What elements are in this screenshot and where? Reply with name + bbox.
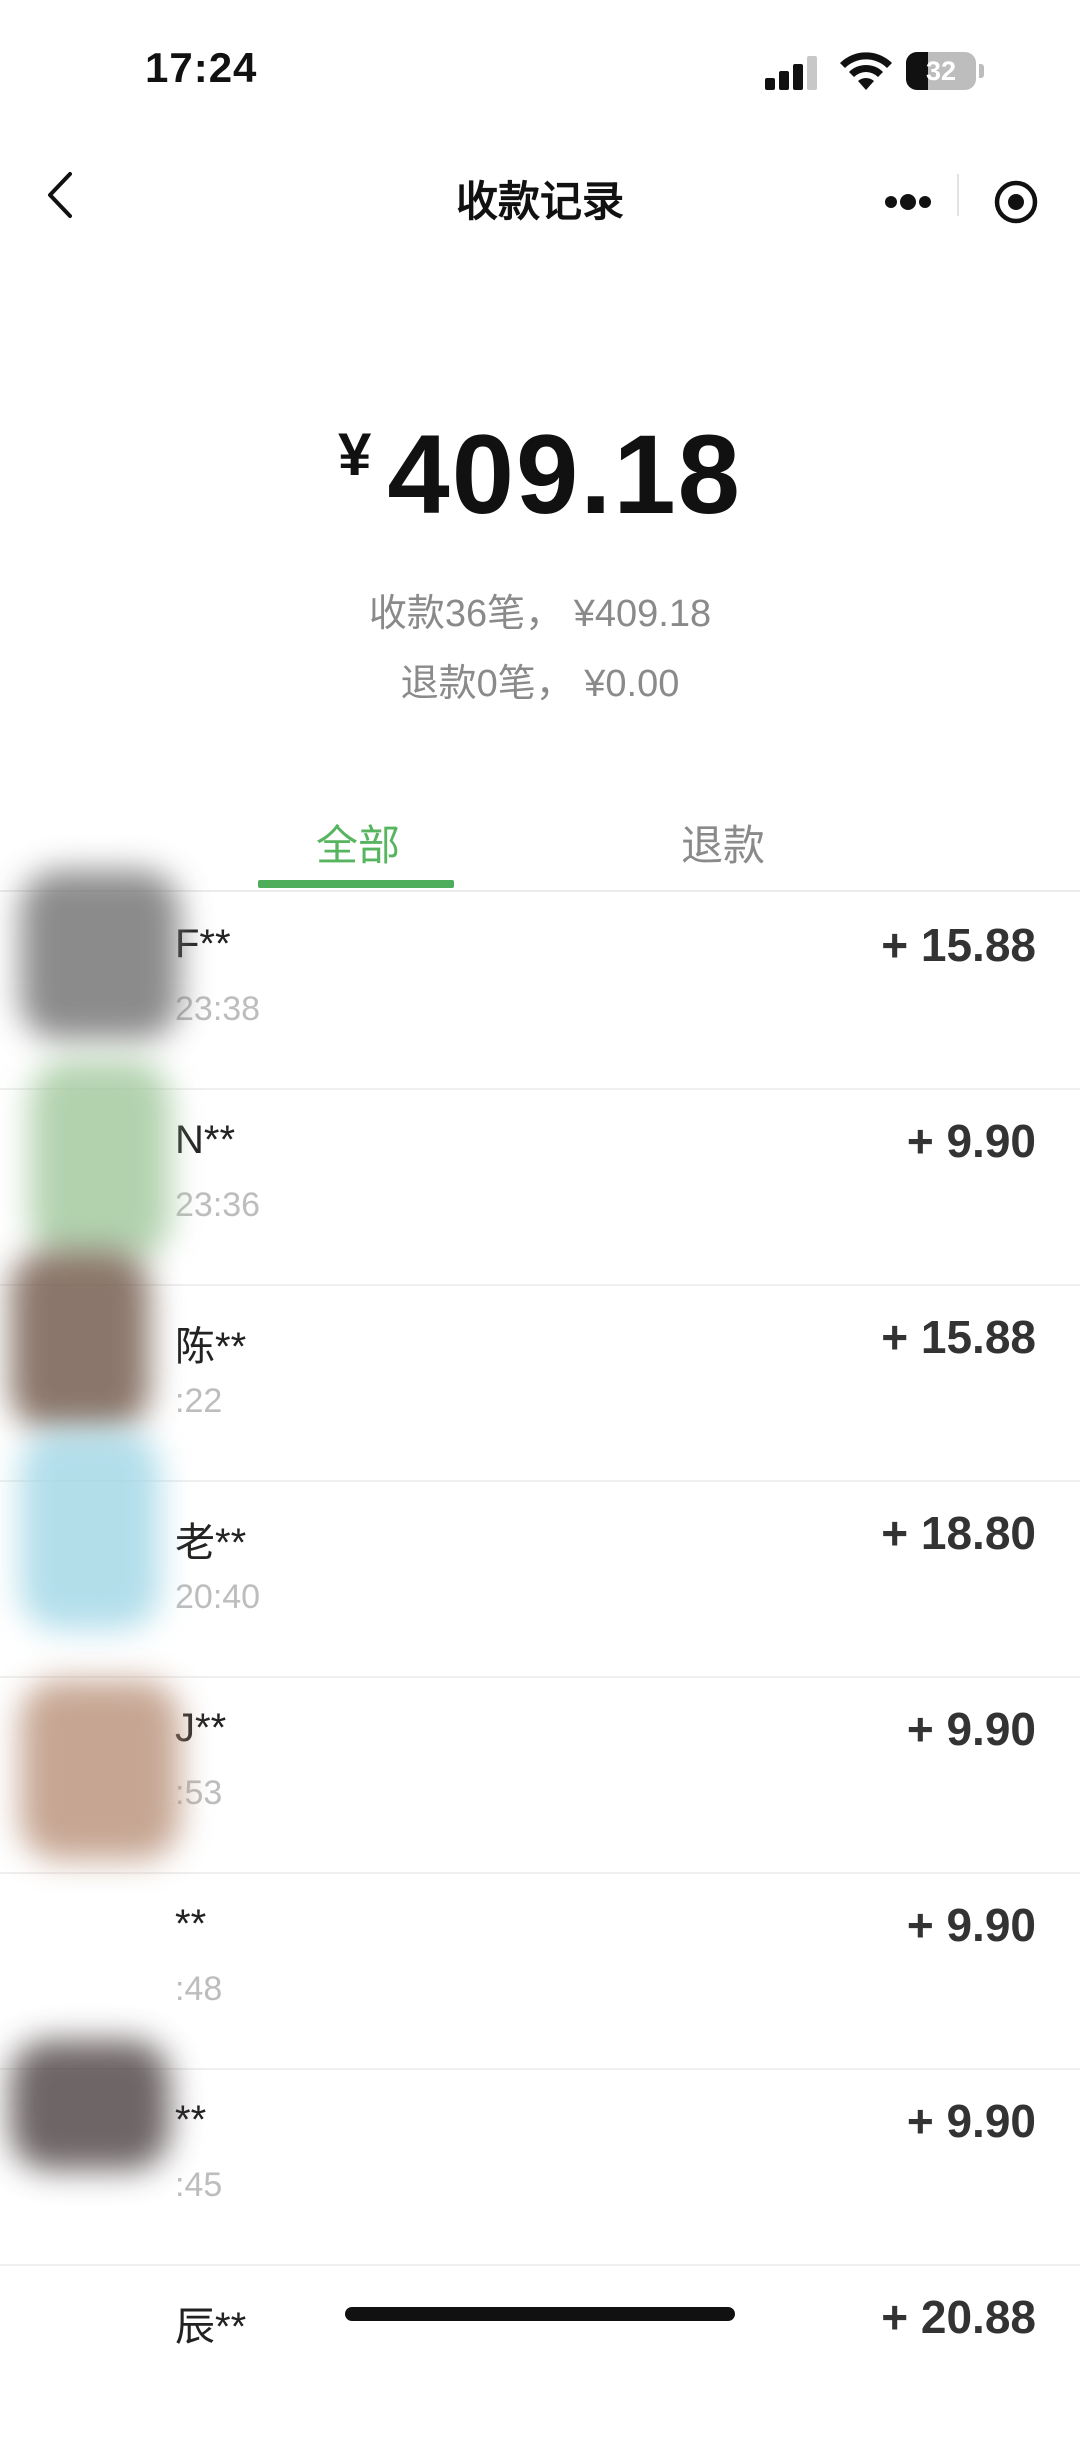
payment-amount: + 15.88	[881, 919, 1036, 971]
list-item[interactable]: 老** 20:40 + 18.80	[0, 1480, 1080, 1678]
tab-all[interactable]: 全部	[258, 812, 458, 873]
more-dots-icon[interactable]	[858, 152, 957, 238]
total-amount: ¥409.18	[0, 410, 1080, 539]
list-item[interactable]: 陈** :22 + 15.88	[0, 1284, 1080, 1482]
wifi-icon	[840, 52, 892, 90]
payment-amount: + 20.88	[881, 2291, 1036, 2343]
payment-amount: + 18.80	[881, 1507, 1036, 1559]
avatar	[30, 1060, 170, 1260]
avatar	[10, 2040, 170, 2170]
payment-amount: + 9.90	[906, 2095, 1036, 2147]
payment-amount: + 15.88	[881, 1311, 1036, 1363]
payment-time: :48	[175, 1970, 223, 2008]
payer-name: J**	[175, 1706, 227, 1750]
payer-name: **	[175, 2098, 207, 2142]
home-indicator	[345, 2307, 735, 2321]
payment-amount: + 9.90	[906, 1899, 1036, 1951]
target-circle-icon[interactable]	[959, 152, 1058, 238]
status-time: 17:24	[145, 44, 258, 91]
battery-icon: 32	[906, 52, 984, 90]
payer-name: 陈**	[175, 1325, 247, 1369]
cellular-signal-icon	[765, 56, 819, 90]
payment-time: 23:38	[175, 990, 261, 1028]
avatar	[20, 1430, 160, 1630]
battery-percent: 32	[925, 56, 957, 86]
avatar	[20, 1680, 180, 1860]
chevron-left-icon[interactable]	[38, 168, 88, 222]
avatar	[10, 1250, 150, 1430]
total-amount-value: 409.18	[387, 412, 742, 537]
payment-time: 23:36	[175, 1186, 261, 1224]
mini-program-capsule	[858, 152, 1058, 238]
refund-summary: 退款0笔， ¥0.00	[400, 663, 680, 705]
page-title: 收款记录	[455, 178, 624, 225]
list-item[interactable]: ** :48 + 9.90	[0, 1872, 1080, 2070]
payment-time: :22	[175, 1382, 223, 1420]
payer-name: F**	[175, 922, 231, 966]
payment-amount: + 9.90	[906, 1115, 1036, 1167]
received-summary: 收款36笔， ¥409.18	[368, 593, 712, 635]
payment-time: 20:40	[175, 1578, 261, 1616]
nav-bar: 收款记录	[0, 140, 1080, 250]
payer-name: 辰**	[175, 2305, 247, 2349]
tab-active-indicator	[258, 880, 454, 888]
payer-name: 老**	[175, 1521, 247, 1565]
currency-symbol: ¥	[338, 421, 374, 488]
tab-refund[interactable]: 退款	[623, 812, 823, 873]
status-bar: 17:24 32	[0, 0, 1080, 140]
payment-time: :45	[175, 2166, 223, 2204]
payer-name: **	[175, 1902, 207, 1946]
payment-time: :53	[175, 1774, 223, 1812]
payer-name: N**	[175, 1118, 236, 1162]
payment-amount: + 9.90	[906, 1703, 1036, 1755]
avatar	[20, 870, 180, 1040]
list-item[interactable]: 辰** + 20.88	[0, 2264, 1080, 2460]
